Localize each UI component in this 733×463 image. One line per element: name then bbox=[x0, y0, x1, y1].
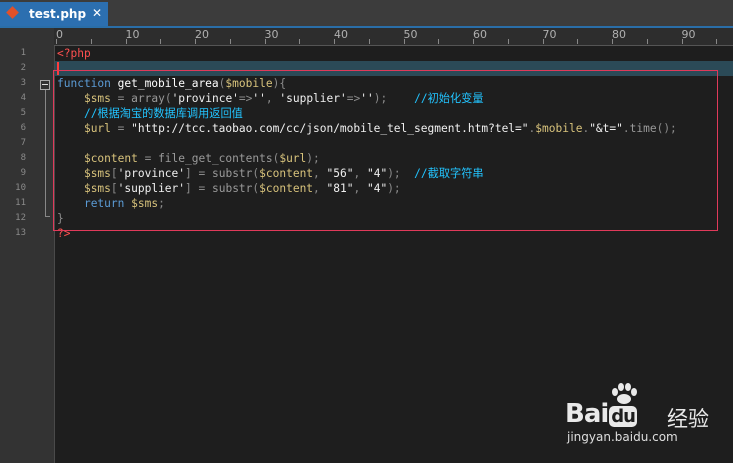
line-number: 11 bbox=[15, 198, 26, 208]
fold-guide-end bbox=[45, 216, 50, 217]
ruler-tick bbox=[299, 39, 301, 44]
ruler-label: 60 bbox=[473, 28, 487, 41]
php-open-tag: <?php bbox=[57, 47, 91, 60]
ruler-tick bbox=[334, 39, 335, 44]
ruler-label: 80 bbox=[612, 28, 626, 41]
line-number: 5 bbox=[20, 108, 26, 118]
line-number: 2 bbox=[20, 63, 26, 73]
fold-guide-line bbox=[45, 90, 46, 217]
ruler-tick bbox=[542, 39, 544, 44]
line-number: 9 bbox=[20, 168, 26, 178]
ruler-label: 90 bbox=[681, 28, 696, 41]
ruler-tick bbox=[438, 39, 440, 44]
ruler-tick bbox=[681, 39, 683, 44]
watermark-brand-jingyan: 经验 bbox=[667, 407, 709, 431]
close-icon[interactable]: ✕ bbox=[92, 6, 102, 20]
ruler-tick bbox=[229, 39, 231, 44]
ruler-label: 30 bbox=[264, 28, 279, 41]
php-file-icon bbox=[6, 6, 19, 19]
ruler-tick bbox=[507, 39, 509, 44]
line-number: 13 bbox=[15, 228, 26, 238]
annotation-highlight-box bbox=[53, 70, 718, 231]
tab-test-php[interactable]: test.php ✕ bbox=[0, 2, 108, 26]
ruler-tick bbox=[577, 39, 579, 44]
ruler-label: 50 bbox=[403, 28, 418, 41]
line-number: 4 bbox=[20, 93, 26, 103]
baidu-jingyan-watermark: Bai du 经验 jingyan.baidu.com bbox=[565, 383, 730, 453]
line-number: 1 bbox=[20, 48, 26, 58]
line-number: 7 bbox=[20, 138, 26, 148]
ruler-tick bbox=[90, 39, 92, 44]
ruler-tick bbox=[56, 39, 57, 44]
line-number: 6 bbox=[20, 123, 26, 133]
watermark-url: jingyan.baidu.com bbox=[567, 430, 678, 444]
line-number: 10 bbox=[15, 183, 26, 193]
ruler-tick bbox=[612, 39, 613, 44]
ruler-tick bbox=[473, 39, 474, 44]
ruler-label: 0 bbox=[56, 28, 63, 41]
column-ruler: 0 10 20 30 40 50 60 70 80 90 bbox=[54, 28, 733, 46]
ruler-label: 10 bbox=[125, 28, 140, 41]
ruler-tick bbox=[368, 39, 370, 44]
ruler-tick bbox=[646, 39, 648, 44]
line-number: 8 bbox=[20, 153, 26, 163]
ruler-label: 70 bbox=[542, 28, 557, 41]
line-number-gutter: 1 2 3 4 5 6 7 8 9 10 11 12 13 bbox=[0, 28, 55, 463]
tab-bar: test.php ✕ bbox=[0, 0, 733, 28]
ruler-tick bbox=[195, 39, 196, 44]
ruler-tick bbox=[716, 39, 718, 44]
ruler-tick bbox=[160, 39, 162, 44]
line-number: 12 bbox=[15, 213, 26, 223]
ruler-label: 40 bbox=[334, 28, 348, 41]
ruler-tick bbox=[264, 39, 266, 44]
ruler-tick bbox=[403, 39, 405, 44]
code-line-1: <?php bbox=[57, 46, 91, 61]
tab-title: test.php bbox=[29, 7, 87, 21]
fold-toggle-icon[interactable] bbox=[40, 80, 50, 90]
ruler-tick bbox=[125, 39, 127, 44]
ruler-label: 20 bbox=[195, 28, 209, 41]
watermark-brand-bai: Bai bbox=[565, 399, 609, 429]
line-number: 3 bbox=[20, 78, 26, 88]
watermark-brand-du: du bbox=[609, 406, 637, 427]
watermark-brand: Bai du bbox=[565, 399, 637, 429]
